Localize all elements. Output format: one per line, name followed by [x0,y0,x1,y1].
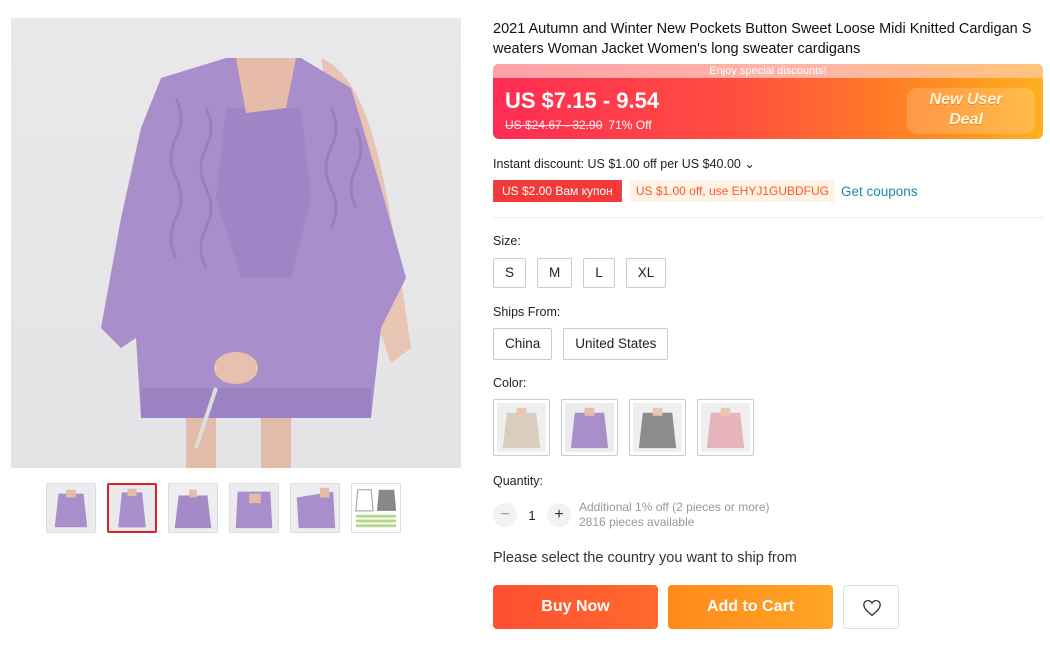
ships-from-options: China United States [493,328,669,360]
color-swatch-purple[interactable] [561,399,618,456]
ship-country-note: Please select the country you want to sh… [493,550,797,566]
discount-strip: Enjoy special discounts! [493,64,1043,78]
ships-from-china[interactable]: China [493,328,553,360]
store-coupon[interactable]: US $2.00 Вам купон [491,180,622,202]
current-price: US $7.15 - 9.54 [505,88,660,113]
quantity-plus-button[interactable]: + [547,503,571,527]
size-option-xl[interactable]: XL [625,258,667,288]
thumbnail-6-size-chart[interactable] [351,483,401,533]
quantity-info: Additional 1% off (2 pieces or more) 281… [579,500,770,530]
size-label: Size: [493,234,521,248]
thumbnail-1[interactable] [46,483,96,533]
main-product-image[interactable] [11,18,461,468]
divider [493,217,1045,218]
color-swatch-gray[interactable] [629,399,686,456]
product-title: 2021 Autumn and Winter New Pockets Butto… [493,21,1032,57]
color-label: Color: [493,376,527,390]
wishlist-button[interactable] [843,585,899,629]
bulk-discount-note: Additional 1% off (2 pieces or more) [579,500,770,514]
size-option-m[interactable]: M [537,258,573,288]
thumbnail-3[interactable] [168,483,218,533]
ships-from-united-states[interactable]: United States [563,328,669,360]
promo-code-coupon[interactable]: US $1.00 off, use EHYJ1GUBDFUG [629,180,836,202]
coupon-row: US $2.00 Вам купон US $1.00 off, use EHY… [491,180,918,202]
get-coupons-link[interactable]: Get coupons [841,184,918,199]
original-price: US $24.67 - 32.90 [505,118,603,132]
discount-percent: 71% Off [608,118,652,132]
thumbnail-4[interactable] [229,483,279,533]
instant-discount[interactable]: Instant discount: US $1.00 off per US $4… [493,156,755,171]
purple-cardigan-photo [101,58,411,468]
buy-now-button[interactable]: Buy Now [493,585,658,629]
thumbnail-2-selected[interactable] [107,483,157,533]
thumbnail-strip [46,483,401,533]
quantity-minus-button[interactable]: − [493,503,517,527]
ships-from-label: Ships From: [493,305,561,319]
old-price-line: US $24.67 - 32.90 71% Off [505,118,652,132]
color-swatch-pink[interactable] [697,399,754,456]
quantity-stepper: − 1 + Additional 1% off (2 pieces or mor… [493,500,770,530]
color-options [493,399,754,456]
size-option-l[interactable]: L [583,258,615,288]
stock-available: 2816 pieces available [579,515,695,529]
size-options: S M L XL [493,258,667,288]
add-to-cart-button[interactable]: Add to Cart [668,585,833,629]
price-banner: Enjoy special discounts! US $7.15 - 9.54… [493,64,1043,139]
heart-icon [863,599,881,617]
color-swatch-beige[interactable] [493,399,550,456]
quantity-label: Quantity: [493,474,544,488]
quantity-value[interactable]: 1 [517,508,547,523]
new-user-deal-label: New User Deal [929,91,1003,128]
size-option-s[interactable]: S [493,258,527,288]
thumbnail-5[interactable] [290,483,340,533]
